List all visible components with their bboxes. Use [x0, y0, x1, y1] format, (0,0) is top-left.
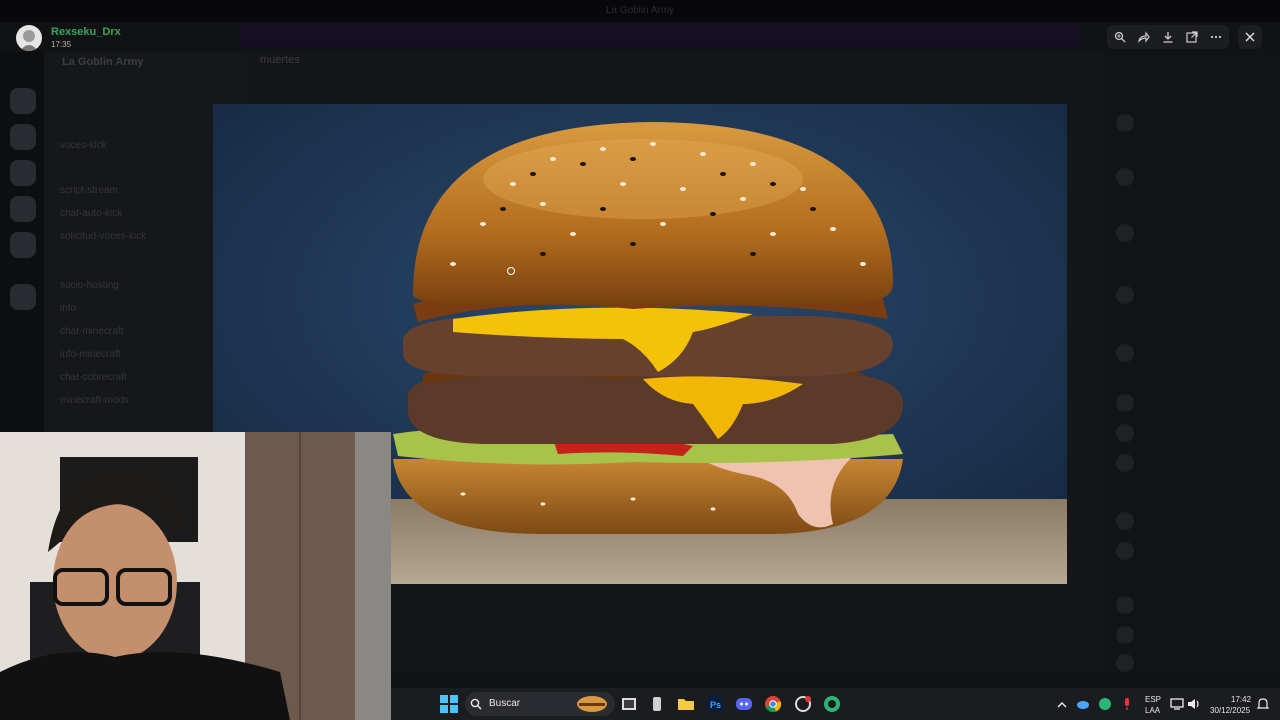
- channel-item: chat-auto-kick: [60, 208, 123, 219]
- close-viewer-button[interactable]: [1238, 25, 1262, 49]
- server-icon: [10, 284, 36, 310]
- server-icon: [10, 160, 36, 186]
- close-icon: [1245, 32, 1255, 42]
- task-view-icon[interactable]: [620, 695, 638, 713]
- app-tray-icon[interactable]: [1098, 697, 1112, 711]
- chrome-icon[interactable]: [764, 695, 782, 713]
- server-icon: [10, 232, 36, 258]
- avatar: [1116, 394, 1134, 412]
- channel-item: socio-hosting: [60, 280, 119, 291]
- webcam-person: [0, 432, 391, 720]
- browser-icon[interactable]: [823, 695, 841, 713]
- avatar: [1116, 654, 1134, 672]
- clock-date[interactable]: 30/12/2025: [1210, 706, 1250, 715]
- zoom-in-icon[interactable]: [1109, 25, 1131, 49]
- notice-banner: [240, 24, 1080, 46]
- member-item: [1116, 114, 1266, 132]
- chat-channel-name: muertes: [260, 54, 300, 66]
- member-item: [1116, 454, 1266, 472]
- member-item: [1116, 344, 1266, 362]
- search-placeholder: Buscar: [489, 698, 521, 709]
- search-highlight-icon[interactable]: [576, 694, 608, 714]
- more-icon[interactable]: [1205, 25, 1227, 49]
- download-icon[interactable]: [1157, 25, 1179, 49]
- avatar: [1116, 286, 1134, 304]
- upload-time: 17:35: [51, 40, 72, 49]
- channel-item: info-minecraft: [60, 349, 121, 360]
- channel-item: info: [60, 303, 77, 314]
- app-icon[interactable]: [648, 695, 666, 713]
- avatar: [1116, 454, 1134, 472]
- uploader-avatar[interactable]: [16, 25, 42, 51]
- discord-icon[interactable]: [735, 695, 753, 713]
- avatar: [1116, 424, 1134, 442]
- mouse-cursor: [507, 267, 515, 275]
- microphone-icon[interactable]: [1120, 697, 1134, 711]
- forward-icon[interactable]: [1133, 25, 1155, 49]
- viewer-toolbar: [1107, 25, 1229, 49]
- member-item: [1116, 286, 1266, 304]
- avatar: [1116, 114, 1134, 132]
- webcam-feed: [0, 432, 391, 720]
- member-item: [1116, 168, 1266, 186]
- avatar: [1116, 168, 1134, 186]
- avatar: [1116, 626, 1134, 644]
- channel-item: script-stream: [60, 185, 118, 196]
- onedrive-icon[interactable]: [1076, 697, 1090, 711]
- avatar: [1116, 542, 1134, 560]
- windows-start-icon[interactable]: [440, 695, 458, 713]
- avatar: [1116, 344, 1134, 362]
- channel-item: chat-cobrecraft: [60, 372, 127, 383]
- member-item: [1116, 596, 1266, 614]
- member-list: [1104, 52, 1280, 672]
- open-external-icon[interactable]: [1181, 25, 1203, 49]
- clock-time[interactable]: 17:42: [1231, 695, 1251, 704]
- channel-item: solicitud-voces-kick: [60, 231, 147, 242]
- member-item: [1116, 394, 1266, 412]
- avatar: [1116, 596, 1134, 614]
- server-icon: [10, 124, 36, 150]
- chevron-up-icon[interactable]: [1056, 698, 1068, 710]
- app-icon[interactable]: [794, 695, 812, 713]
- member-item: [1116, 654, 1266, 672]
- window-title-bar: La Goblin Army: [0, 0, 1280, 22]
- member-item: [1116, 224, 1266, 242]
- volume-icon[interactable]: [1187, 697, 1201, 711]
- channel-item: voces-kick: [60, 140, 107, 151]
- avatar-image: [20, 30, 38, 51]
- server-icon: [10, 196, 36, 222]
- search-icon: [470, 697, 482, 710]
- server-icon: [10, 88, 36, 114]
- member-item: [1116, 626, 1266, 644]
- language-indicator[interactable]: ESP: [1145, 695, 1161, 704]
- channel-item: chat-minecraft: [60, 326, 124, 337]
- keyboard-layout[interactable]: LAA: [1145, 706, 1160, 715]
- svg-text:Ps: Ps: [710, 700, 721, 710]
- uploader-name[interactable]: Rexseku_Drx: [51, 26, 121, 38]
- window-title: La Goblin Army: [605, 5, 675, 16]
- member-item: [1116, 512, 1266, 530]
- member-item: [1116, 542, 1266, 560]
- network-icon[interactable]: [1170, 697, 1184, 711]
- avatar: [1116, 224, 1134, 242]
- photoshop-icon[interactable]: Ps: [706, 695, 724, 713]
- file-explorer-icon[interactable]: [677, 695, 695, 713]
- server-name: La Goblin Army: [62, 56, 144, 68]
- notifications-icon[interactable]: [1256, 697, 1270, 711]
- avatar: [1116, 512, 1134, 530]
- member-item: [1116, 424, 1266, 442]
- channel-item: minecraft-mods: [60, 395, 129, 406]
